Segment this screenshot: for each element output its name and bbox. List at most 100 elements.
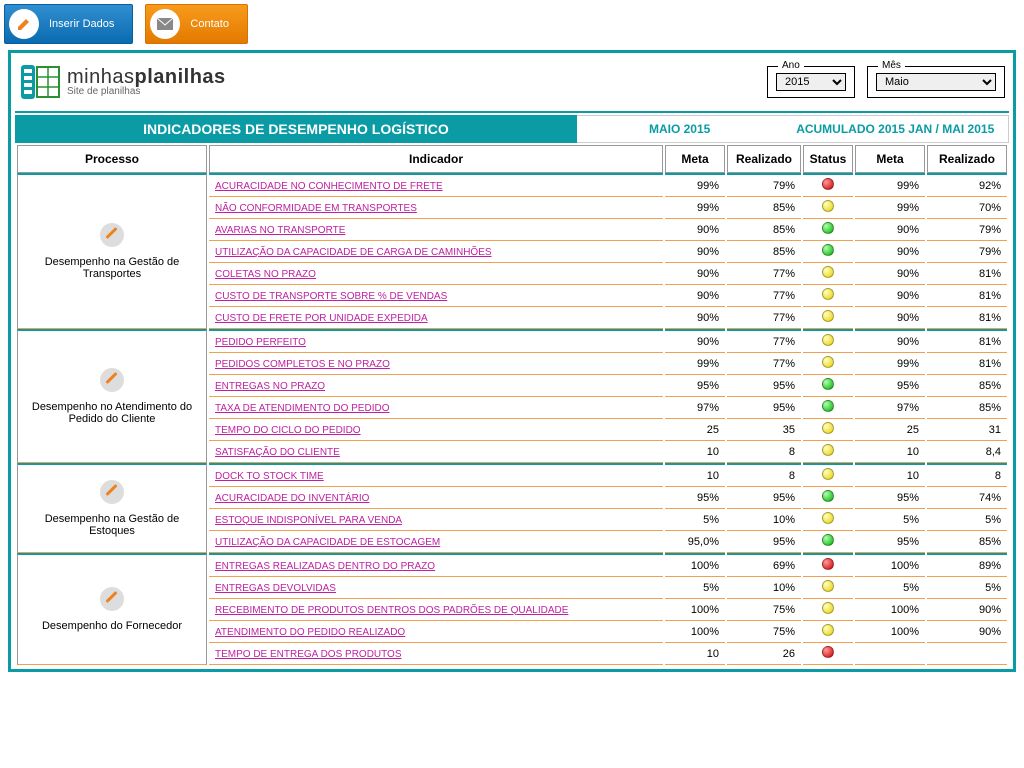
pencil-icon — [9, 9, 39, 39]
indicator-cell: ESTOQUE INDISPONÍVEL PARA VENDA — [209, 509, 663, 531]
realizado-acum-cell: 70% — [927, 197, 1007, 219]
indicator-cell: ACURACIDADE DO INVENTÁRIO — [209, 487, 663, 509]
indicator-link[interactable]: ENTREGAS NO PRAZO — [215, 381, 325, 392]
pencil-icon — [100, 587, 124, 611]
month-select[interactable]: Maio — [876, 73, 996, 91]
realizado-cell: 85% — [727, 219, 801, 241]
indicator-link[interactable]: TEMPO DE ENTREGA DOS PRODUTOS — [215, 649, 402, 660]
meta-cell: 10 — [665, 441, 725, 463]
status-cell — [803, 219, 853, 241]
table-row: Desempenho na Gestão de TransportesACURA… — [17, 173, 1007, 197]
indicator-cell: CUSTO DE TRANSPORTE SOBRE % DE VENDAS — [209, 285, 663, 307]
realizado-acum-cell: 85% — [927, 375, 1007, 397]
meta-acum-cell: 5% — [855, 509, 925, 531]
meta-acum-cell: 10 — [855, 463, 925, 487]
indicator-cell: ENTREGAS REALIZADAS DENTRO DO PRAZO — [209, 553, 663, 577]
table-row: Desempenho no Atendimento do Pedido do C… — [17, 329, 1007, 353]
status-cell — [803, 487, 853, 509]
indicator-cell: CUSTO DE FRETE POR UNIDADE EXPEDIDA — [209, 307, 663, 329]
meta-acum-cell: 100% — [855, 621, 925, 643]
insert-data-button[interactable]: Inserir Dados — [4, 4, 133, 44]
realizado-cell: 35 — [727, 419, 801, 441]
status-dot-green — [822, 400, 834, 412]
realizado-cell: 77% — [727, 307, 801, 329]
indicator-link[interactable]: ACURACIDADE DO INVENTÁRIO — [215, 493, 369, 504]
indicator-cell: ACURACIDADE NO CONHECIMENTO DE FRETE — [209, 173, 663, 197]
year-select[interactable]: 2015 — [776, 73, 846, 91]
indicator-cell: COLETAS NO PRAZO — [209, 263, 663, 285]
meta-cell: 99% — [665, 197, 725, 219]
indicator-link[interactable]: AVARIAS NO TRANSPORTE — [215, 225, 345, 236]
status-cell — [803, 397, 853, 419]
status-cell — [803, 307, 853, 329]
indicator-link[interactable]: TEMPO DO CICLO DO PEDIDO — [215, 425, 361, 436]
meta-acum-cell: 10 — [855, 441, 925, 463]
indicator-link[interactable]: ATENDIMENTO DO PEDIDO REALIZADO — [215, 627, 405, 638]
realizado-cell: 69% — [727, 553, 801, 577]
indicator-link[interactable]: TAXA DE ATENDIMENTO DO PEDIDO — [215, 403, 389, 414]
meta-cell: 95% — [665, 375, 725, 397]
pencil-icon — [100, 368, 124, 392]
realizado-acum-cell: 85% — [927, 531, 1007, 553]
indicator-link[interactable]: NÃO CONFORMIDADE EM TRANSPORTES — [215, 203, 417, 214]
indicator-cell: TEMPO DE ENTREGA DOS PRODUTOS — [209, 643, 663, 665]
indicator-cell: ATENDIMENTO DO PEDIDO REALIZADO — [209, 621, 663, 643]
realizado-cell: 26 — [727, 643, 801, 665]
col-meta: Meta — [665, 145, 725, 173]
realizado-acum-cell: 74% — [927, 487, 1007, 509]
process-label: Desempenho na Gestão de Transportes — [45, 256, 180, 280]
status-cell — [803, 441, 853, 463]
meta-acum-cell: 100% — [855, 599, 925, 621]
realizado-cell: 75% — [727, 599, 801, 621]
realizado-cell: 85% — [727, 197, 801, 219]
meta-acum-cell: 90% — [855, 307, 925, 329]
meta-cell: 25 — [665, 419, 725, 441]
meta-cell: 100% — [665, 553, 725, 577]
pencil-icon — [100, 480, 124, 504]
meta-cell: 90% — [665, 285, 725, 307]
meta-acum-cell: 90% — [855, 219, 925, 241]
meta-cell: 90% — [665, 219, 725, 241]
process-cell: Desempenho na Gestão de Transportes — [17, 173, 207, 329]
meta-acum-cell: 5% — [855, 577, 925, 599]
meta-cell: 5% — [665, 509, 725, 531]
indicator-cell: TEMPO DO CICLO DO PEDIDO — [209, 419, 663, 441]
realizado-acum-cell: 79% — [927, 219, 1007, 241]
realizado-cell: 95% — [727, 487, 801, 509]
indicator-link[interactable]: RECEBIMENTO DE PRODUTOS DENTROS DOS PADR… — [215, 605, 568, 616]
indicator-link[interactable]: UTILIZAÇÃO DA CAPACIDADE DE CARGA DE CAM… — [215, 247, 492, 258]
indicator-link[interactable]: CUSTO DE TRANSPORTE SOBRE % DE VENDAS — [215, 291, 447, 302]
meta-cell: 99% — [665, 173, 725, 197]
pencil-icon — [100, 223, 124, 247]
status-cell — [803, 509, 853, 531]
realizado-cell: 10% — [727, 577, 801, 599]
status-dot-yellow — [822, 200, 834, 212]
year-label: Ano — [778, 60, 804, 71]
realizado-cell: 95% — [727, 531, 801, 553]
indicator-link[interactable]: ENTREGAS REALIZADAS DENTRO DO PRAZO — [215, 561, 435, 572]
meta-cell: 10 — [665, 643, 725, 665]
meta-cell: 95,0% — [665, 531, 725, 553]
indicator-link[interactable]: CUSTO DE FRETE POR UNIDADE EXPEDIDA — [215, 313, 428, 324]
status-cell — [803, 577, 853, 599]
indicator-link[interactable]: PEDIDO PERFEITO — [215, 337, 306, 348]
col-realizado-acum: Realizado — [927, 145, 1007, 173]
indicator-link[interactable]: UTILIZAÇÃO DA CAPACIDADE DE ESTOCAGEM — [215, 537, 440, 548]
indicator-link[interactable]: SATISFAÇÃO DO CLIENTE — [215, 447, 340, 458]
indicator-link[interactable]: DOCK TO STOCK TIME — [215, 471, 324, 482]
indicator-link[interactable]: ACURACIDADE NO CONHECIMENTO DE FRETE — [215, 181, 443, 192]
indicator-link[interactable]: COLETAS NO PRAZO — [215, 269, 316, 280]
status-cell — [803, 621, 853, 643]
status-cell — [803, 285, 853, 307]
indicator-link[interactable]: ENTREGAS DEVOLVIDAS — [215, 583, 336, 594]
meta-cell: 97% — [665, 397, 725, 419]
meta-cell: 95% — [665, 487, 725, 509]
status-dot-green — [822, 490, 834, 502]
contact-button[interactable]: Contato — [145, 4, 248, 44]
indicator-link[interactable]: ESTOQUE INDISPONÍVEL PARA VENDA — [215, 515, 402, 526]
title-main: INDICADORES DE DESEMPENHO LOGÍSTICO — [15, 115, 577, 143]
status-dot-red — [822, 558, 834, 570]
realizado-cell: 10% — [727, 509, 801, 531]
realizado-acum-cell: 90% — [927, 621, 1007, 643]
indicator-link[interactable]: PEDIDOS COMPLETOS E NO PRAZO — [215, 359, 390, 370]
